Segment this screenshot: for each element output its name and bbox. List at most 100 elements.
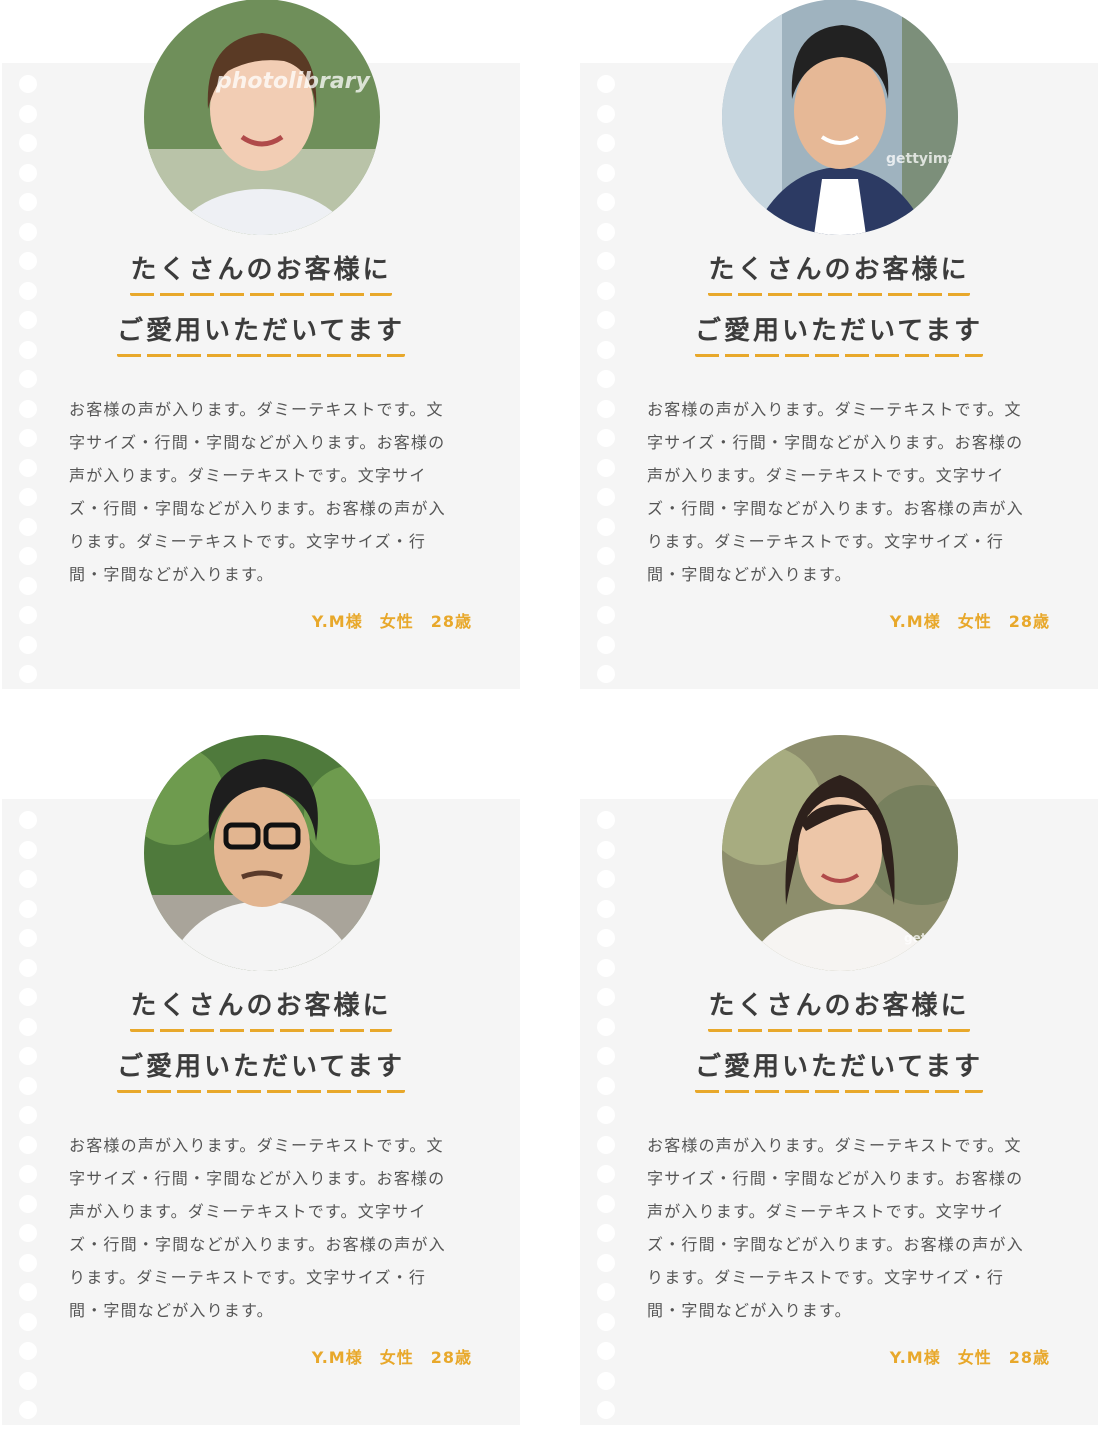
binder-hole (597, 1165, 615, 1183)
testimonial-body: お客様の声が入ります。ダミーテキストです。文字サイズ・行間・字間などが入ります。… (647, 1136, 1024, 1320)
binder-hole (19, 370, 37, 388)
binder-hole (597, 104, 615, 123)
title-line-1: たくさんのお客様に (708, 249, 970, 296)
binder-hole (597, 163, 615, 182)
customer-photo: photolibrary (144, 0, 380, 235)
binder-hole (597, 870, 615, 888)
binder-hole (19, 899, 37, 918)
binder-hole (597, 488, 615, 506)
binder-hole (597, 635, 615, 654)
customer-signature: Y.M様 女性 28歳 (889, 1348, 1050, 1367)
binder-hole (19, 1312, 37, 1331)
binder-hole (597, 75, 615, 93)
customer-photo: getty (722, 735, 958, 971)
binder-hole (19, 1401, 37, 1419)
binder-hole (597, 222, 615, 241)
binder-hole (19, 1283, 37, 1301)
binder-hole (19, 1194, 37, 1213)
binder-holes (597, 75, 617, 695)
binder-hole (597, 134, 615, 152)
binder-hole (19, 222, 37, 241)
binder-hole (19, 163, 37, 182)
binder-hole (19, 1253, 37, 1272)
binder-hole (19, 429, 37, 447)
binder-hole (19, 1371, 37, 1390)
binder-hole (19, 193, 37, 211)
title-line-1: たくさんのお客様に (708, 985, 970, 1032)
title-line-2: ご愛用いただいてます (117, 1046, 405, 1093)
binder-hole (597, 1371, 615, 1390)
photo-watermark: photolibrary (216, 69, 370, 94)
customer-signature: Y.M様 女性 28歳 (311, 1348, 472, 1367)
testimonial-body: お客様の声が入ります。ダミーテキストです。文字サイズ・行間・字間などが入ります。… (69, 400, 446, 584)
binder-hole (597, 1312, 615, 1331)
binder-hole (19, 576, 37, 595)
photo-watermark: getty (904, 931, 941, 945)
binder-holes (19, 75, 39, 695)
binder-hole (597, 1401, 615, 1419)
binder-hole (19, 1342, 37, 1360)
binder-hole (597, 517, 615, 536)
testimonial-card: たくさんのお客様に ご愛用いただいてます お客様の声が入ります。ダミーテキストで… (2, 735, 520, 1425)
binder-hole (597, 1135, 615, 1154)
photo-watermark: gettyimages (886, 151, 958, 167)
title-line-1: たくさんのお客様に (130, 249, 392, 296)
binder-hole (19, 811, 37, 829)
binder-hole (19, 1106, 37, 1124)
customer-photo: gettyimages (722, 0, 958, 235)
binder-hole (597, 958, 615, 977)
title-line-2: ご愛用いただいてます (695, 310, 983, 357)
title-line-2: ご愛用いただいてます (117, 310, 405, 357)
binder-hole (597, 547, 615, 565)
binder-hole (597, 193, 615, 211)
binder-hole (19, 1165, 37, 1183)
binder-hole (19, 75, 37, 93)
binder-hole (19, 665, 37, 683)
binder-hole (19, 399, 37, 418)
binder-hole (597, 665, 615, 683)
testimonial-body: お客様の声が入ります。ダミーテキストです。文字サイズ・行間・字間などが入ります。… (69, 1136, 446, 1320)
testimonial-title: たくさんのお客様に ご愛用いただいてます (2, 985, 520, 1103)
binder-hole (19, 870, 37, 888)
binder-hole (19, 635, 37, 654)
testimonial-title: たくさんのお客様に ご愛用いただいてます (580, 985, 1098, 1103)
customer-photo (144, 735, 380, 971)
binder-hole (597, 1194, 615, 1213)
binder-hole (19, 517, 37, 536)
binder-holes (597, 811, 617, 1431)
customer-signature: Y.M様 女性 28歳 (311, 612, 472, 631)
binder-hole (19, 1224, 37, 1242)
testimonial-card: getty たくさんのお客様に ご愛用いただいてます お客様の声が入ります。ダミ… (580, 735, 1098, 1425)
binder-holes (19, 811, 39, 1431)
binder-hole (597, 929, 615, 947)
binder-hole (597, 576, 615, 595)
binder-hole (597, 899, 615, 918)
binder-hole (19, 104, 37, 123)
binder-hole (597, 370, 615, 388)
binder-hole (19, 134, 37, 152)
testimonial-card: photolibrary たくさんのお客様に ご愛用いただいてます お客様の声が… (2, 0, 520, 689)
testimonial-title: たくさんのお客様に ご愛用いただいてます (580, 249, 1098, 367)
binder-hole (19, 929, 37, 947)
binder-hole (597, 1224, 615, 1242)
binder-hole (19, 840, 37, 859)
binder-hole (597, 1106, 615, 1124)
binder-hole (597, 840, 615, 859)
binder-hole (19, 958, 37, 977)
binder-hole (597, 1253, 615, 1272)
binder-hole (19, 488, 37, 506)
binder-hole (597, 606, 615, 624)
title-line-1: たくさんのお客様に (130, 985, 392, 1032)
testimonial-body: お客様の声が入ります。ダミーテキストです。文字サイズ・行間・字間などが入ります。… (647, 400, 1024, 584)
binder-hole (19, 1135, 37, 1154)
binder-hole (19, 458, 37, 477)
title-line-2: ご愛用いただいてます (695, 1046, 983, 1093)
binder-hole (19, 606, 37, 624)
binder-hole (597, 399, 615, 418)
testimonial-card: gettyimages たくさんのお客様に ご愛用いただいてます お客様の声が入… (580, 0, 1098, 689)
binder-hole (597, 429, 615, 447)
binder-hole (597, 811, 615, 829)
binder-hole (597, 1342, 615, 1360)
customer-signature: Y.M様 女性 28歳 (889, 612, 1050, 631)
binder-hole (597, 1283, 615, 1301)
